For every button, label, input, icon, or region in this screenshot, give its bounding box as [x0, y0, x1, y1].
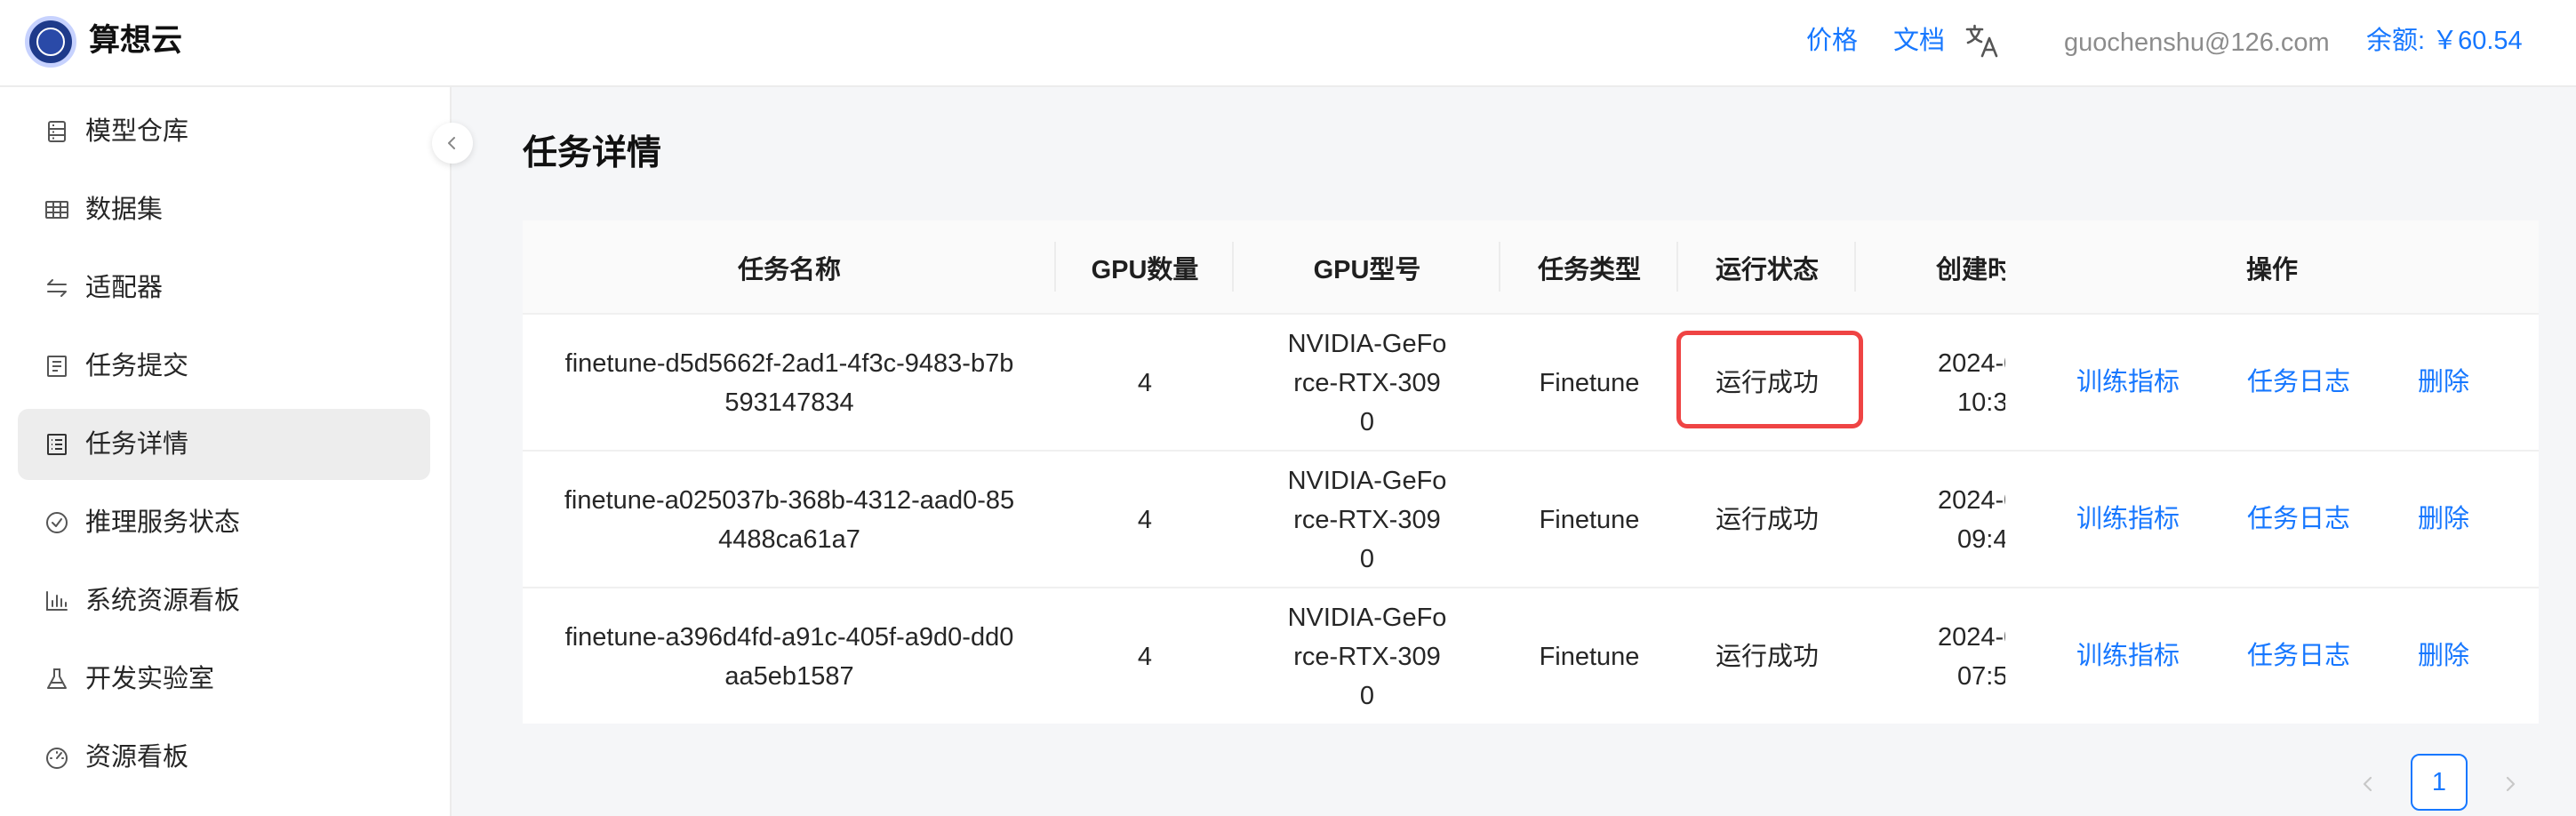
sidebar-item-label: 资源看板 — [85, 743, 189, 772]
run-status-cell: 运行成功 — [1715, 506, 1819, 534]
sidebar-item-task-details[interactable]: 任务详情 — [18, 409, 430, 480]
created-time-cell: 2024-0 10:31 — [1856, 315, 2005, 452]
sidebar-item-resource-dashboard[interactable]: 资源看板 — [18, 722, 430, 793]
training-metrics-link[interactable]: 训练指标 — [2076, 500, 2180, 539]
table-row: finetune-d5d5662f-2ad1-4f3c-9483-b7b5931… — [523, 315, 2539, 452]
task-type-cell: Finetune — [1539, 369, 1640, 397]
sidebar-item-label: 开发实验室 — [85, 665, 215, 693]
training-metrics-link[interactable]: 训练指标 — [2076, 636, 2180, 676]
chevron-left-icon — [448, 137, 455, 149]
delete-link[interactable]: 删除 — [2418, 636, 2469, 676]
sidebar-item-label: 适配器 — [85, 274, 164, 302]
task-table: 任务名称 GPU数量 GPU型号 任务类型 运行状态 创建时 操作 finetu… — [523, 220, 2539, 724]
sidebar-item-label: 数据集 — [85, 196, 164, 224]
column-header-task-type[interactable]: 任务类型 — [1500, 220, 1678, 315]
task-type-cell: Finetune — [1539, 506, 1640, 534]
page-title: 任务详情 — [523, 134, 662, 172]
account-balance[interactable]: 余额: ￥60.54 — [2366, 23, 2523, 59]
sidebar-item-label: 任务提交 — [85, 352, 189, 380]
gpu-count-cell: 4 — [1137, 369, 1153, 397]
column-header-created-time[interactable]: 创建时 — [1856, 220, 2005, 315]
sidebar-item-inference-status[interactable]: 推理服务状态 — [18, 487, 430, 558]
delete-link[interactable]: 删除 — [2418, 500, 2469, 539]
brand-logo[interactable] — [25, 16, 76, 68]
sidebar-item-label: 模型仓库 — [85, 117, 189, 146]
sidebar-item-adapters[interactable]: 适配器 — [18, 252, 430, 324]
column-header-task-name[interactable]: 任务名称 — [523, 220, 1056, 315]
sidebar-item-label: 任务详情 — [85, 430, 189, 459]
logo-emblem — [36, 28, 65, 56]
dashboard-icon — [46, 748, 68, 769]
sidebar-item-label: 推理服务状态 — [85, 508, 241, 537]
run-status-cell: 运行成功 — [1715, 369, 1819, 397]
table-icon — [45, 201, 68, 219]
task-name-cell: finetune-d5d5662f-2ad1-4f3c-9483-b7b5931… — [564, 349, 1014, 417]
column-header-gpu-count[interactable]: GPU数量 — [1056, 220, 1234, 315]
table-header: 任务名称 GPU数量 GPU型号 任务类型 运行状态 创建时 操作 — [523, 220, 2539, 315]
run-status-cell: 运行成功 — [1715, 643, 1819, 671]
translate-icon[interactable] — [1964, 22, 2000, 60]
task-logs-link[interactable]: 任务日志 — [2247, 363, 2350, 402]
created-time-cell: 2024-0 09:45 — [1856, 452, 2005, 588]
task-logs-link[interactable]: 任务日志 — [2247, 636, 2350, 676]
task-name-cell: finetune-a396d4fd-a91c-405f-a9d0-dd0aa5e… — [564, 623, 1014, 691]
pagination-next-button[interactable] — [2492, 766, 2528, 802]
column-header-actions: 操作 — [2245, 256, 2298, 284]
task-name-cell: finetune-a025037b-368b-4312-aad0-854488c… — [564, 486, 1015, 554]
gpu-count-cell: 4 — [1137, 506, 1153, 534]
database-icon — [48, 121, 66, 142]
created-clock: 07:55 — [1957, 662, 2005, 691]
sidebar-item-label: 系统资源看板 — [85, 587, 241, 615]
created-clock: 09:45 — [1957, 525, 2005, 554]
sidebar-item-dev-lab[interactable]: 开发实验室 — [18, 644, 430, 715]
sidebar-item-model-repo[interactable]: 模型仓库 — [18, 96, 430, 167]
sidebar-item-datasets[interactable]: 数据集 — [18, 174, 430, 245]
column-header-gpu-model[interactable]: GPU型号 — [1234, 220, 1500, 315]
created-date: 2024-0 — [1938, 349, 2005, 378]
sidebar-item-system-resources[interactable]: 系统资源看板 — [18, 565, 430, 636]
gpu-model-cell: NVIDIA-GeForce-RTX-3090 — [1287, 330, 1447, 436]
created-date: 2024-0 — [1938, 623, 2005, 652]
delete-link[interactable]: 删除 — [2418, 363, 2469, 402]
task-type-cell: Finetune — [1539, 643, 1640, 671]
created-time-cell: 2024-0 07:55 — [1856, 588, 2005, 724]
nav-docs-link[interactable]: 文档 — [1893, 23, 1945, 59]
training-metrics-link[interactable]: 训练指标 — [2076, 363, 2180, 402]
gpu-count-cell: 4 — [1137, 643, 1153, 671]
pagination-prev-button[interactable] — [2350, 766, 2386, 802]
pagination-page-current[interactable]: 1 — [2411, 754, 2468, 811]
swap-icon — [47, 279, 67, 297]
created-date: 2024-0 — [1938, 486, 2005, 515]
sidebar: 模型仓库 数据集 适配器 任务提交 任务详情 推理服务状态 系统资源看板 开发实… — [0, 87, 452, 816]
created-clock: 10:31 — [1957, 388, 2005, 417]
bar-chart-icon — [46, 591, 68, 611]
chevron-right-icon — [2506, 776, 2516, 792]
nav-price-link[interactable]: 价格 — [1806, 23, 1858, 59]
chevron-left-icon — [2363, 776, 2372, 792]
sidebar-collapse-button[interactable] — [432, 123, 473, 164]
sidebar-item-task-submit[interactable]: 任务提交 — [18, 331, 430, 402]
column-header-run-status[interactable]: 运行状态 — [1678, 220, 1856, 315]
table-row: finetune-a396d4fd-a91c-405f-a9d0-dd0aa5e… — [523, 588, 2539, 724]
gpu-model-cell: NVIDIA-GeForce-RTX-3090 — [1287, 467, 1447, 573]
brand-name[interactable]: 算想云 — [89, 21, 182, 60]
task-logs-link[interactable]: 任务日志 — [2247, 500, 2350, 539]
flask-icon — [47, 668, 67, 689]
list-icon — [47, 356, 67, 377]
user-email[interactable]: guochenshu@126.com — [2064, 25, 2330, 60]
top-header: 算想云 价格 文档 guochenshu@126.com 余额: ￥60.54 — [0, 0, 2576, 87]
gpu-model-cell: NVIDIA-GeForce-RTX-3090 — [1287, 604, 1447, 710]
check-circle-icon — [46, 512, 68, 533]
table-row: finetune-a025037b-368b-4312-aad0-854488c… — [523, 452, 2539, 588]
list-detail-icon — [47, 434, 67, 455]
